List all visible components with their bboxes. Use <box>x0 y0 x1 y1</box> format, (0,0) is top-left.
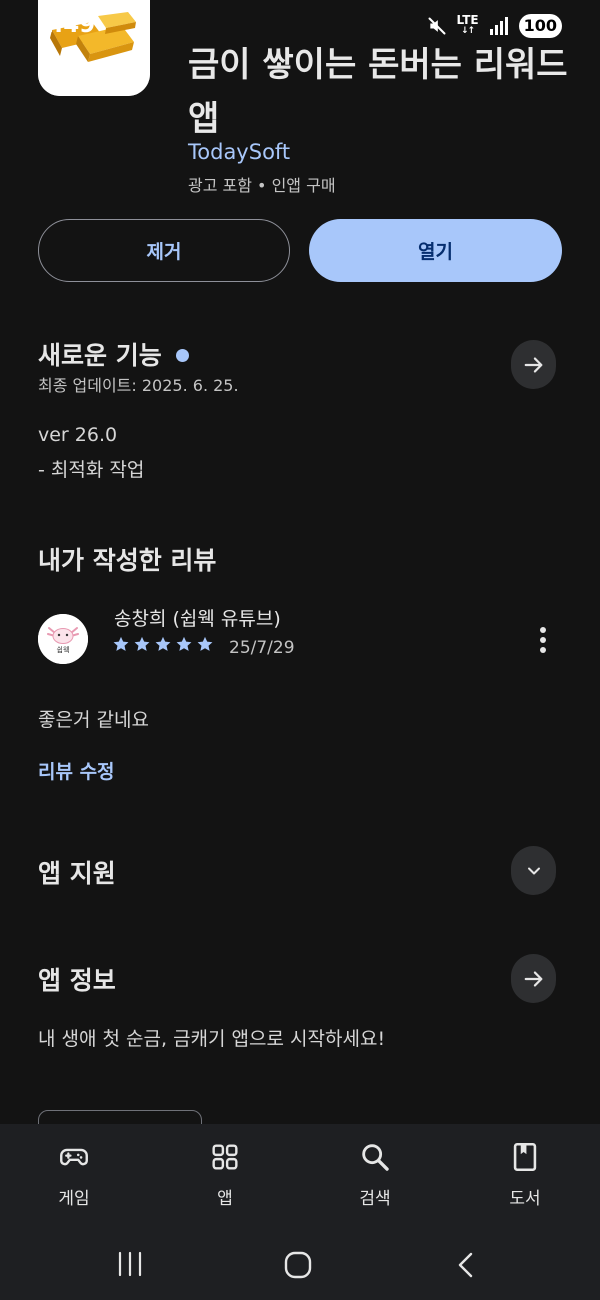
app-meta-info: 광고 포함 • 인앱 구매 <box>188 176 336 195</box>
apps-grid-icon <box>212 1144 238 1170</box>
app-support-expand-button[interactable] <box>511 846 556 895</box>
app-info-arrow-button[interactable] <box>511 954 556 1003</box>
system-navigation-bar <box>0 1228 600 1300</box>
arrow-right-icon <box>524 356 542 373</box>
nav-item-apps[interactable]: 앱 <box>175 1140 275 1209</box>
axolotl-avatar-image: 쉽웩 <box>38 614 88 664</box>
star-icon <box>176 636 192 651</box>
app-info-title[interactable]: 앱 정보 <box>38 961 116 997</box>
more-dot <box>540 647 546 653</box>
app-details-screen: 금이 쌓이는 돈버는 리워드 앱 TodaySoft 광고 포함 • 인앱 구매… <box>0 0 600 1300</box>
more-dot <box>540 627 546 633</box>
star-rating <box>112 635 214 653</box>
new-indicator-dot <box>175 348 189 362</box>
nav-item-games[interactable]: 게임 <box>24 1140 124 1209</box>
home-icon[interactable] <box>283 1250 313 1280</box>
chevron-down-icon <box>527 867 540 874</box>
star-icon <box>134 636 150 651</box>
nav-label-apps: 앱 <box>217 1189 233 1209</box>
battery-indicator: 100 <box>518 14 562 38</box>
star-icon <box>113 636 129 651</box>
nav-label-games: 게임 <box>58 1189 90 1209</box>
mute-icon <box>428 17 446 35</box>
reviewer-name: 송창희 (쉽웩 유튜브) <box>114 608 281 630</box>
last-updated-text: 최종 업데이트: 2025. 6. 25. <box>38 376 239 395</box>
my-review-title: 내가 작성한 리뷰 <box>38 546 217 575</box>
gamepad-icon <box>60 1148 88 1166</box>
app-title: 금이 쌓이는 돈버는 리워드 앱 <box>188 45 568 139</box>
review-text: 좋은거 같네요 <box>38 709 149 731</box>
more-dot <box>540 637 546 643</box>
app-description: 내 생애 첫 순금, 금캐기 앱으로 시작하세요! <box>38 1028 386 1050</box>
nav-label-search: 검색 <box>359 1189 391 1209</box>
star-icon <box>197 636 213 651</box>
open-button[interactable]: 열기 <box>309 219 562 282</box>
whats-new-heading[interactable]: 새로운 기능 <box>38 336 189 372</box>
version-text: ver 26.0 <box>38 424 118 446</box>
search-icon <box>362 1144 389 1171</box>
edit-review-link[interactable]: 리뷰 수정 <box>38 757 115 784</box>
nav-label-books: 도서 <box>509 1189 541 1209</box>
signal-icon <box>489 17 508 35</box>
star-icon <box>155 636 171 651</box>
whats-new-arrow-button[interactable] <box>511 340 556 389</box>
network-type: LTE <box>456 13 479 27</box>
nav-item-search[interactable]: 검색 <box>325 1140 425 1209</box>
review-date: 25/7/29 <box>229 638 295 658</box>
book-icon <box>513 1142 537 1172</box>
nav-item-books[interactable]: 도서 <box>475 1140 575 1209</box>
recent-apps-icon[interactable] <box>115 1250 145 1278</box>
bottom-navigation: 게임 앱 검색 도서 <box>0 1124 600 1228</box>
developer-link[interactable]: TodaySoft <box>188 140 290 164</box>
status-icons: LTE ↓↑ 100 <box>427 12 562 40</box>
whats-new-title: 새로운 기능 <box>38 341 162 370</box>
review-more-options-button[interactable] <box>532 624 554 656</box>
app-support-title[interactable]: 앱 지원 <box>38 854 116 890</box>
reviewer-avatar: 쉽웩 <box>38 614 88 664</box>
arrow-right-icon <box>524 970 542 987</box>
status-time: 2:49 <box>38 12 96 38</box>
back-icon[interactable] <box>453 1250 479 1280</box>
lte-indicator: LTE ↓↑ <box>456 13 479 36</box>
release-notes-text: - 최적화 작업 <box>38 459 145 481</box>
avatar-caption: 쉽웩 <box>57 645 70 654</box>
uninstall-button[interactable]: 제거 <box>38 219 290 282</box>
status-bar: 2:49 LTE ↓↑ 100 <box>0 0 600 52</box>
